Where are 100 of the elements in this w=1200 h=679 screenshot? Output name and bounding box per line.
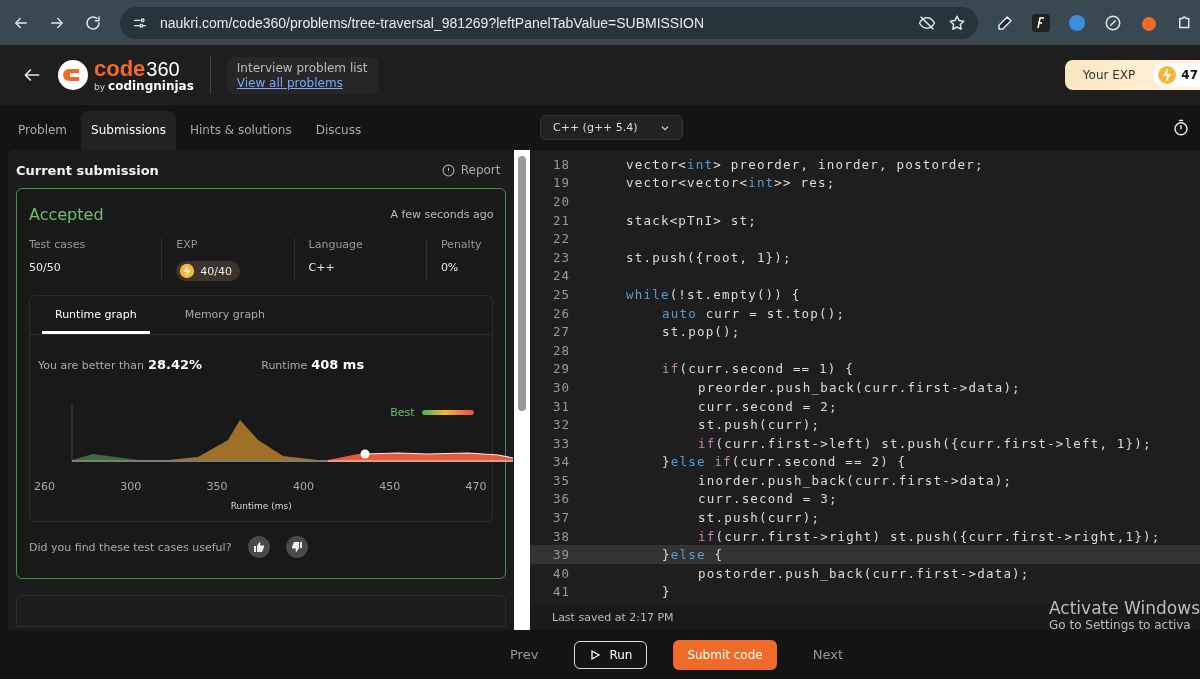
stat-label: Language xyxy=(308,238,364,251)
panel-tab[interactable]: Problem xyxy=(8,111,78,150)
code-line: }else if(curr.second == 2) { xyxy=(662,454,907,470)
axis-tick: 300 xyxy=(120,480,142,493)
reload-icon[interactable] xyxy=(84,13,102,32)
code-line: while(!st.empty()) { xyxy=(626,286,801,302)
better-value: 28.42% xyxy=(147,357,203,372)
line-number: 41 xyxy=(551,584,571,600)
code-line: preorder.push_back(curr.first->data); xyxy=(698,379,1021,395)
exp-value: 47 xyxy=(1181,68,1198,82)
graph-tab[interactable]: Memory graph xyxy=(171,296,279,334)
line-number: 35 xyxy=(551,472,571,488)
report-button[interactable]: Report xyxy=(435,162,507,178)
code-line: if(curr.first->left) st.push({curr.first->left, 1}); xyxy=(698,435,1152,451)
gradient-legend-icon xyxy=(422,410,475,415)
line-number: 22 xyxy=(551,231,571,247)
activation-notice-title: Activate Windows xyxy=(1049,598,1200,618)
status-text: Accepted xyxy=(29,205,104,224)
exp-label: Your EXP xyxy=(1082,68,1136,82)
line-number: 27 xyxy=(551,324,571,340)
problem-list-title: Interview problem list xyxy=(236,60,368,75)
axis-tick: 450 xyxy=(379,480,401,493)
view-problems-link[interactable]: View all problems xyxy=(236,75,368,90)
code-editor[interactable] xyxy=(530,150,1200,630)
activation-notice-text: Go to Settings to activa xyxy=(1049,618,1192,632)
logo-text: code xyxy=(94,58,146,80)
line-number: 26 xyxy=(551,305,571,321)
extension-icon[interactable] xyxy=(1032,13,1050,32)
info-icon xyxy=(441,163,455,177)
code-line: }else { xyxy=(662,547,724,563)
line-number: 29 xyxy=(551,361,571,377)
stat-value: C++ xyxy=(308,261,336,274)
logo-number: 360 xyxy=(146,59,180,79)
line-number: 28 xyxy=(551,342,571,358)
stat-value: 50/50 xyxy=(29,261,62,274)
panel-tab[interactable]: Discuss xyxy=(305,111,372,150)
better-label: You are better than xyxy=(38,359,144,372)
next-button[interactable]: Next xyxy=(802,641,853,668)
code-line: st.push(curr); xyxy=(698,417,821,433)
submission-time: A few seconds ago xyxy=(390,208,494,221)
line-number: 18 xyxy=(551,156,571,172)
line-number: 36 xyxy=(551,491,571,507)
thumbs-up-button[interactable] xyxy=(247,536,270,558)
code-line: curr.second = 2; xyxy=(698,398,838,414)
code-line: auto curr = st.top(); xyxy=(662,305,846,321)
last-saved-text: Last saved at 2:17 PM xyxy=(552,610,674,624)
code-line: stack<pTnI> st; xyxy=(626,212,757,228)
code-line: curr.second = 3; xyxy=(698,491,838,507)
logo-by: by xyxy=(94,83,106,92)
code-line: st.push({root, 1}); xyxy=(626,249,792,265)
stat-label: Penalty xyxy=(440,238,482,251)
scrollbar-thumb[interactable] xyxy=(518,156,527,411)
stat-label: EXP xyxy=(176,238,199,251)
code-line: st.pop(); xyxy=(662,324,741,340)
line-number: 33 xyxy=(551,435,571,451)
thumbs-down-button[interactable] xyxy=(285,536,308,558)
axis-tick: 260 xyxy=(34,480,55,493)
thumbs-down-icon xyxy=(290,541,303,553)
code-line: postorder.push_back(curr.first->data); xyxy=(698,565,1030,581)
lightning-icon xyxy=(179,263,196,279)
axis-tick: 350 xyxy=(206,480,228,493)
code-line: } xyxy=(662,584,671,600)
code-line: st.push(curr); xyxy=(698,510,821,526)
legend-label: Best xyxy=(390,406,415,419)
star-icon[interactable] xyxy=(948,13,966,32)
line-number: 38 xyxy=(551,528,571,544)
timer-icon[interactable] xyxy=(1172,118,1190,137)
panel-title: Current submission xyxy=(16,162,159,178)
line-number: 24 xyxy=(551,268,571,284)
thumbs-up-icon xyxy=(252,541,265,553)
line-number: 25 xyxy=(551,286,571,302)
line-number: 39 xyxy=(551,547,571,563)
code-line: if(curr.first->right) st.push({curr.first->right,1}); xyxy=(698,528,1161,544)
code-line: if(curr.second == 1) { xyxy=(662,361,854,377)
line-number: 20 xyxy=(551,194,571,209)
line-number: 31 xyxy=(551,398,571,414)
line-number: 30 xyxy=(551,379,571,395)
play-icon xyxy=(589,648,602,661)
exp-chip: 40/40 xyxy=(176,261,240,281)
stat-label: Test cases xyxy=(29,238,87,251)
line-number: 19 xyxy=(551,175,571,191)
line-number: 34 xyxy=(551,454,571,470)
feedback-question: Did you find these test cases useful? xyxy=(29,540,232,554)
language-dropdown[interactable]: C++ (g++ 5.4) xyxy=(540,115,683,140)
prev-button[interactable]: Prev xyxy=(500,641,549,668)
line-number: 40 xyxy=(551,565,571,581)
eyedropper-icon[interactable] xyxy=(996,13,1014,32)
panel-tab[interactable]: Hints & solutions xyxy=(179,111,302,150)
panel-tab[interactable]: Submissions xyxy=(81,111,176,150)
line-number: 37 xyxy=(551,510,571,526)
address-bar[interactable]: naukri.com/code360/problems/tree-traversal_981269?leftPanelTabValue=SUBMISSION xyxy=(120,6,978,39)
run-button[interactable]: Run xyxy=(574,640,648,669)
axis-title: Runtime (ms) xyxy=(230,501,292,511)
brand-name: codingninjas xyxy=(108,80,194,92)
compass-icon[interactable] xyxy=(1104,13,1122,32)
code-line: vector<int> preorder, inorder, postorder; xyxy=(626,156,984,172)
logo-icon xyxy=(58,60,88,90)
code-line: inorder.push_back(curr.first->data); xyxy=(698,472,1013,488)
eye-off-icon[interactable] xyxy=(918,13,936,32)
graph-tab[interactable]: Runtime graph xyxy=(42,296,150,334)
